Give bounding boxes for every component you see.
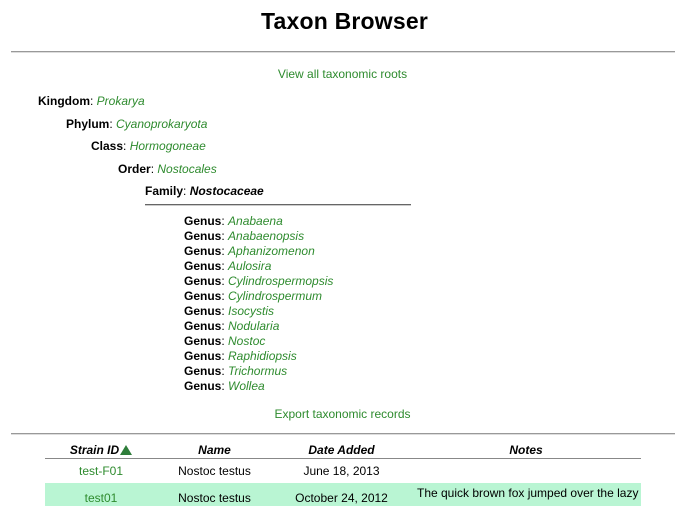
taxon-browser-page: Taxon Browser View all taxonomic roots K… [0, 0, 681, 506]
order-link[interactable]: Nostocales [157, 162, 216, 176]
genus-item: Genus: Anabaena [184, 214, 283, 228]
class-row: Class: Hormogoneae [91, 139, 206, 153]
genus-link[interactable]: Isocystis [228, 304, 274, 318]
export-records-link[interactable]: Export taxonomic records [0, 407, 681, 421]
genus-label: Genus [184, 379, 222, 393]
strain-notes: The quick brown fox jumped over the lazy [417, 486, 639, 500]
phylum-link[interactable]: Cyanoprokaryota [116, 117, 207, 131]
genus-link[interactable]: Cylindrospermum [228, 289, 322, 303]
genus-link[interactable]: Cylindrospermopsis [228, 274, 333, 288]
strain-date-added: June 18, 2013 [303, 464, 380, 478]
genus-label: Genus [184, 364, 222, 378]
strain-id-link[interactable]: test01 [45, 483, 157, 506]
order-row: Order: Nostocales [118, 162, 217, 176]
kingdom-label: Kingdom [38, 94, 90, 108]
page-title: Taxon Browser [260, 8, 429, 34]
genus-label: Genus [184, 319, 222, 333]
genus-link[interactable]: Anabaena [228, 214, 283, 228]
genus-label: Genus [184, 289, 222, 303]
genus-item: Genus: Cylindrospermum [184, 289, 323, 303]
genus-item: Genus: Isocystis [184, 304, 275, 318]
genus-item: Genus: Wollea [184, 379, 265, 393]
export-records-link-text[interactable]: Export taxonomic records [274, 407, 410, 421]
genus-label: Genus [184, 304, 222, 318]
col-header-notes[interactable]: Notes [411, 441, 641, 459]
genus-item: Genus: Trichormus [184, 364, 288, 378]
family-label: Family [145, 184, 184, 198]
order-label: Order [118, 162, 151, 176]
genus-link[interactable]: Aulosira [228, 259, 271, 273]
table-row: test01 Nostoc testus October 24, 2012 Th… [45, 483, 641, 506]
genus-item: Genus: Raphidiopsis [184, 349, 297, 363]
genus-label: Genus [184, 259, 222, 273]
genus-item: Genus: Nostoc [184, 334, 266, 348]
genus-item: Genus: Aphanizomenon [184, 244, 315, 258]
strain-date-added: October 24, 2012 [295, 491, 388, 505]
col-header-strain-id-label[interactable]: Strain ID [70, 443, 119, 457]
kingdom-link[interactable]: Prokarya [97, 94, 145, 108]
col-header-strain-id[interactable]: Strain ID [45, 441, 157, 459]
genus-link[interactable]: Nodularia [228, 319, 279, 333]
genus-link[interactable]: Wollea [228, 379, 265, 393]
phylum-row: Phylum: Cyanoprokaryota [66, 117, 208, 131]
view-roots-link[interactable]: View all taxonomic roots [0, 67, 681, 81]
genus-label: Genus [184, 214, 222, 228]
genus-label: Genus [184, 334, 222, 348]
genus-link[interactable]: Anabaenopsis [228, 229, 304, 243]
genus-label: Genus [184, 349, 222, 363]
class-label: Class [91, 139, 124, 153]
table-header-row: Strain ID Name Date Added Notes [45, 441, 641, 459]
table-row: test-F01 Nostoc testus June 18, 2013 [45, 459, 641, 484]
class-link[interactable]: Hormogoneae [130, 139, 206, 153]
strain-id-link[interactable]: test-F01 [45, 459, 157, 484]
family-row: Family: Nostocaceae [145, 184, 264, 198]
phylum-label: Phylum [66, 117, 110, 131]
genus-item: Genus: Anabaenopsis [184, 229, 305, 243]
kingdom-row: Kingdom: Prokarya [38, 94, 145, 108]
strain-name: Nostoc testus [178, 491, 251, 505]
strain-name: Nostoc testus [178, 464, 251, 478]
bottom-divider [11, 433, 675, 435]
genus-link[interactable]: Raphidiopsis [228, 349, 297, 363]
genus-link[interactable]: Nostoc [228, 334, 265, 348]
col-header-name[interactable]: Name [157, 441, 272, 459]
genus-link[interactable]: Trichormus [228, 364, 287, 378]
strains-table: Strain ID Name Date Added Notes test-F01… [45, 441, 641, 506]
top-divider [11, 51, 675, 53]
col-header-date-added[interactable]: Date Added [272, 441, 411, 459]
family-current: Nostocaceae [189, 184, 264, 198]
genus-label: Genus [184, 244, 222, 258]
genus-list: Genus: Anabaena Genus: Anabaenopsis Genus:… [184, 214, 333, 394]
genus-item: Genus: Cylindrospermopsis [184, 274, 334, 288]
strain-notes [411, 459, 641, 484]
family-divider [145, 204, 411, 206]
sort-ascending-icon[interactable] [120, 444, 133, 455]
genus-item: Genus: Nodularia [184, 319, 280, 333]
genus-link[interactable]: Aphanizomenon [228, 244, 315, 258]
genus-label: Genus [184, 229, 222, 243]
genus-item: Genus: Aulosira [184, 259, 272, 273]
genus-label: Genus [184, 274, 222, 288]
view-roots-link-text[interactable]: View all taxonomic roots [278, 67, 407, 81]
